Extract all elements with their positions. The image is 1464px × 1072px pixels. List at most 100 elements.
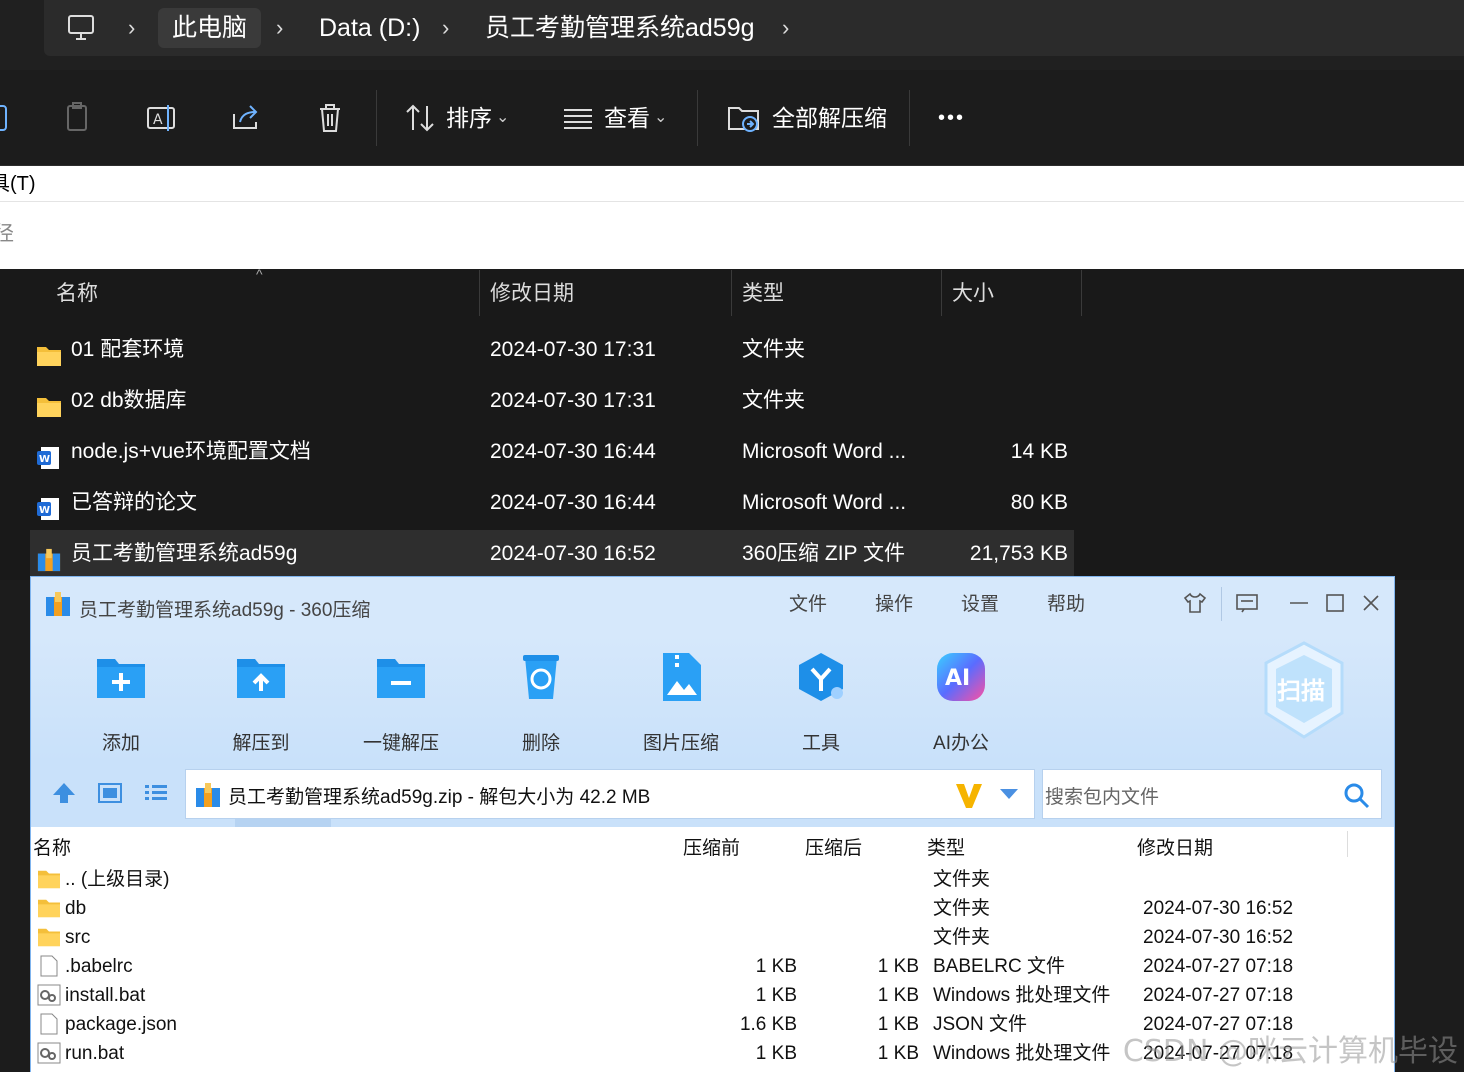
ai-office-button[interactable]: AI AI办公 <box>906 649 1016 755</box>
path-label: 径 <box>0 223 14 245</box>
tools-button[interactable]: 工具 <box>766 649 876 755</box>
file-date: 2024-07-30 16:52 <box>490 542 656 565</box>
breadcrumb-this-pc[interactable]: 此电脑 <box>158 8 262 48</box>
chevron-down-icon[interactable]: ⌄ <box>654 102 667 134</box>
sort-icon[interactable] <box>402 100 438 136</box>
rename-icon[interactable]: A <box>144 100 180 136</box>
sort-button[interactable]: 排序 <box>446 102 492 134</box>
chevron-right-icon[interactable]: › <box>442 8 449 48</box>
thumbnail-view-icon[interactable] <box>97 781 123 805</box>
search-box[interactable]: 搜索包内文件 <box>1042 769 1382 819</box>
ribbon-label: AI办公 <box>933 733 989 754</box>
entry-name: db <box>65 898 87 919</box>
list-view-icon[interactable] <box>143 781 169 805</box>
menu-tools-label[interactable]: 具(T) <box>0 166 36 202</box>
entry-type: 文件夹 <box>933 898 991 919</box>
file-row[interactable]: W 已答辩的论文 2024-07-30 16:44 Microsoft Word ..… <box>30 479 1074 527</box>
view-button[interactable]: 查看 <box>604 102 650 134</box>
ribbon: 添加 解压到 一键解压 删除 图片压缩 工具 AI AI办公 扫描 <box>31 633 1394 761</box>
entry-size-before: 1 KB <box>755 985 797 1006</box>
search-input[interactable]: 搜索包内文件 <box>1045 782 1159 809</box>
folder-icon <box>36 338 62 366</box>
word-icon: W <box>36 440 62 469</box>
computer-icon[interactable] <box>66 14 96 42</box>
file-type: Microsoft Word ... <box>742 491 907 514</box>
column-header-name[interactable]: 名称 ^ <box>38 266 480 316</box>
dropdown-arrow-icon[interactable] <box>998 786 1020 802</box>
feedback-icon[interactable] <box>1235 591 1259 615</box>
chevron-down-icon[interactable]: ⌄ <box>496 102 509 134</box>
toolbar-separator <box>376 90 377 146</box>
view-icon[interactable] <box>560 100 596 136</box>
paste-icon[interactable] <box>60 100 96 136</box>
sort-up-icon: ^ <box>256 266 263 282</box>
file-date: 2024-07-30 17:31 <box>490 389 656 412</box>
column-header-date[interactable]: 修改日期 <box>480 270 732 316</box>
menu-settings[interactable]: 设置 <box>961 589 999 616</box>
entry-name: .babelrc <box>65 956 133 977</box>
menu-help[interactable]: 帮助 <box>1047 589 1085 616</box>
menu-file[interactable]: 文件 <box>789 589 827 616</box>
file-row[interactable]: 02 db数据库 2024-07-30 17:31 文件夹 <box>30 377 1074 425</box>
extract-folder-icon[interactable] <box>726 100 762 136</box>
entry-type: Windows 批处理文件 <box>933 985 1111 1006</box>
file-date: 2024-07-30 16:44 <box>490 440 656 463</box>
search-icon[interactable] <box>1343 782 1371 810</box>
one-click-extract-button[interactable]: 一键解压 <box>346 649 456 755</box>
chevron-right-icon[interactable]: › <box>276 8 283 48</box>
column-header-name[interactable]: 名称 <box>33 833 71 860</box>
archive-row[interactable]: src 文件夹 2024-07-30 16:52 <box>31 923 1394 952</box>
file-type: 360压缩 ZIP 文件 <box>742 542 905 565</box>
toolbar-separator <box>697 90 698 146</box>
file-row[interactable]: 01 配套环境 2024-07-30 17:31 文件夹 <box>30 326 1074 374</box>
file-size: 80 KB <box>1010 491 1068 514</box>
image-compress-button[interactable]: 图片压缩 <box>626 649 736 755</box>
archive-row[interactable]: install.bat 1 KB 1 KB Windows 批处理文件 2024-07-… <box>31 981 1394 1010</box>
delete-icon[interactable] <box>312 100 348 136</box>
entry-size-after: 1 KB <box>877 956 919 977</box>
toolbar-separator <box>909 90 910 146</box>
file-name: node.js+vue环境配置文档 <box>71 440 311 463</box>
breadcrumb-folder[interactable]: 员工考勤管理系统ad59g <box>485 8 755 48</box>
cut-icon[interactable] <box>0 100 18 136</box>
chevron-right-icon[interactable]: › <box>782 8 789 48</box>
delete-button[interactable]: 删除 <box>486 649 596 755</box>
column-header-type[interactable]: 类型 <box>927 833 965 860</box>
up-arrow-icon[interactable] <box>51 781 77 805</box>
menu-strip: 具(T) <box>0 166 1464 202</box>
path-field[interactable]: 员工考勤管理系统ad59g.zip - 解包大小为 42.2 MB <box>185 769 1035 819</box>
more-options-button[interactable]: ••• <box>938 102 965 134</box>
column-header-size[interactable]: 大小 <box>942 270 1082 316</box>
menu-operation[interactable]: 操作 <box>875 589 913 616</box>
share-icon[interactable] <box>228 100 264 136</box>
entry-name: src <box>65 927 91 948</box>
column-header-before[interactable]: 压缩前 <box>683 833 740 860</box>
maximize-icon[interactable] <box>1323 591 1347 615</box>
close-icon[interactable] <box>1359 591 1383 615</box>
archive-row[interactable]: .. (上级目录) 文件夹 <box>31 865 1394 894</box>
entry-size-before: 1 KB <box>755 1043 797 1064</box>
breadcrumb[interactable]: › 此电脑 › Data (D:) › 员工考勤管理系统ad59g › <box>44 0 1464 56</box>
scan-label: 扫描 <box>1277 677 1325 705</box>
file-row[interactable]: 员工考勤管理系统ad59g 2024-07-30 16:52 360压缩 ZIP 文… <box>30 530 1074 578</box>
archive-row[interactable]: .babelrc 1 KB 1 KB BABELRC 文件 2024-07-27 07:… <box>31 952 1394 981</box>
column-header-date[interactable]: 修改日期 <box>1137 833 1213 860</box>
vip-v-icon[interactable] <box>954 782 984 810</box>
header-divider <box>1347 831 1348 857</box>
chevron-right-icon[interactable]: › <box>128 8 135 48</box>
entry-type: BABELRC 文件 <box>933 956 1065 977</box>
column-header-after[interactable]: 压缩后 <box>805 833 862 860</box>
add-button[interactable]: 添加 <box>66 649 176 755</box>
breadcrumb-data-drive[interactable]: Data (D:) <box>319 8 420 48</box>
ribbon-label: 工具 <box>801 733 840 754</box>
extract-all-button[interactable]: 全部解压缩 <box>772 102 887 134</box>
file-icon <box>37 1013 61 1035</box>
file-row[interactable]: Wnode.js+vue环境配置文档 2024-07-30 16:44 Micros… <box>30 428 1074 476</box>
skin-shirt-icon[interactable] <box>1183 591 1207 615</box>
scan-shield-icon[interactable]: 扫描 <box>1259 639 1349 743</box>
zip-file-icon <box>196 783 220 807</box>
extract-to-button[interactable]: 解压到 <box>206 649 316 755</box>
minimize-icon[interactable] <box>1287 591 1311 615</box>
column-header-type[interactable]: 类型 <box>732 270 942 316</box>
archive-row[interactable]: db 文件夹 2024-07-30 16:52 <box>31 894 1394 923</box>
